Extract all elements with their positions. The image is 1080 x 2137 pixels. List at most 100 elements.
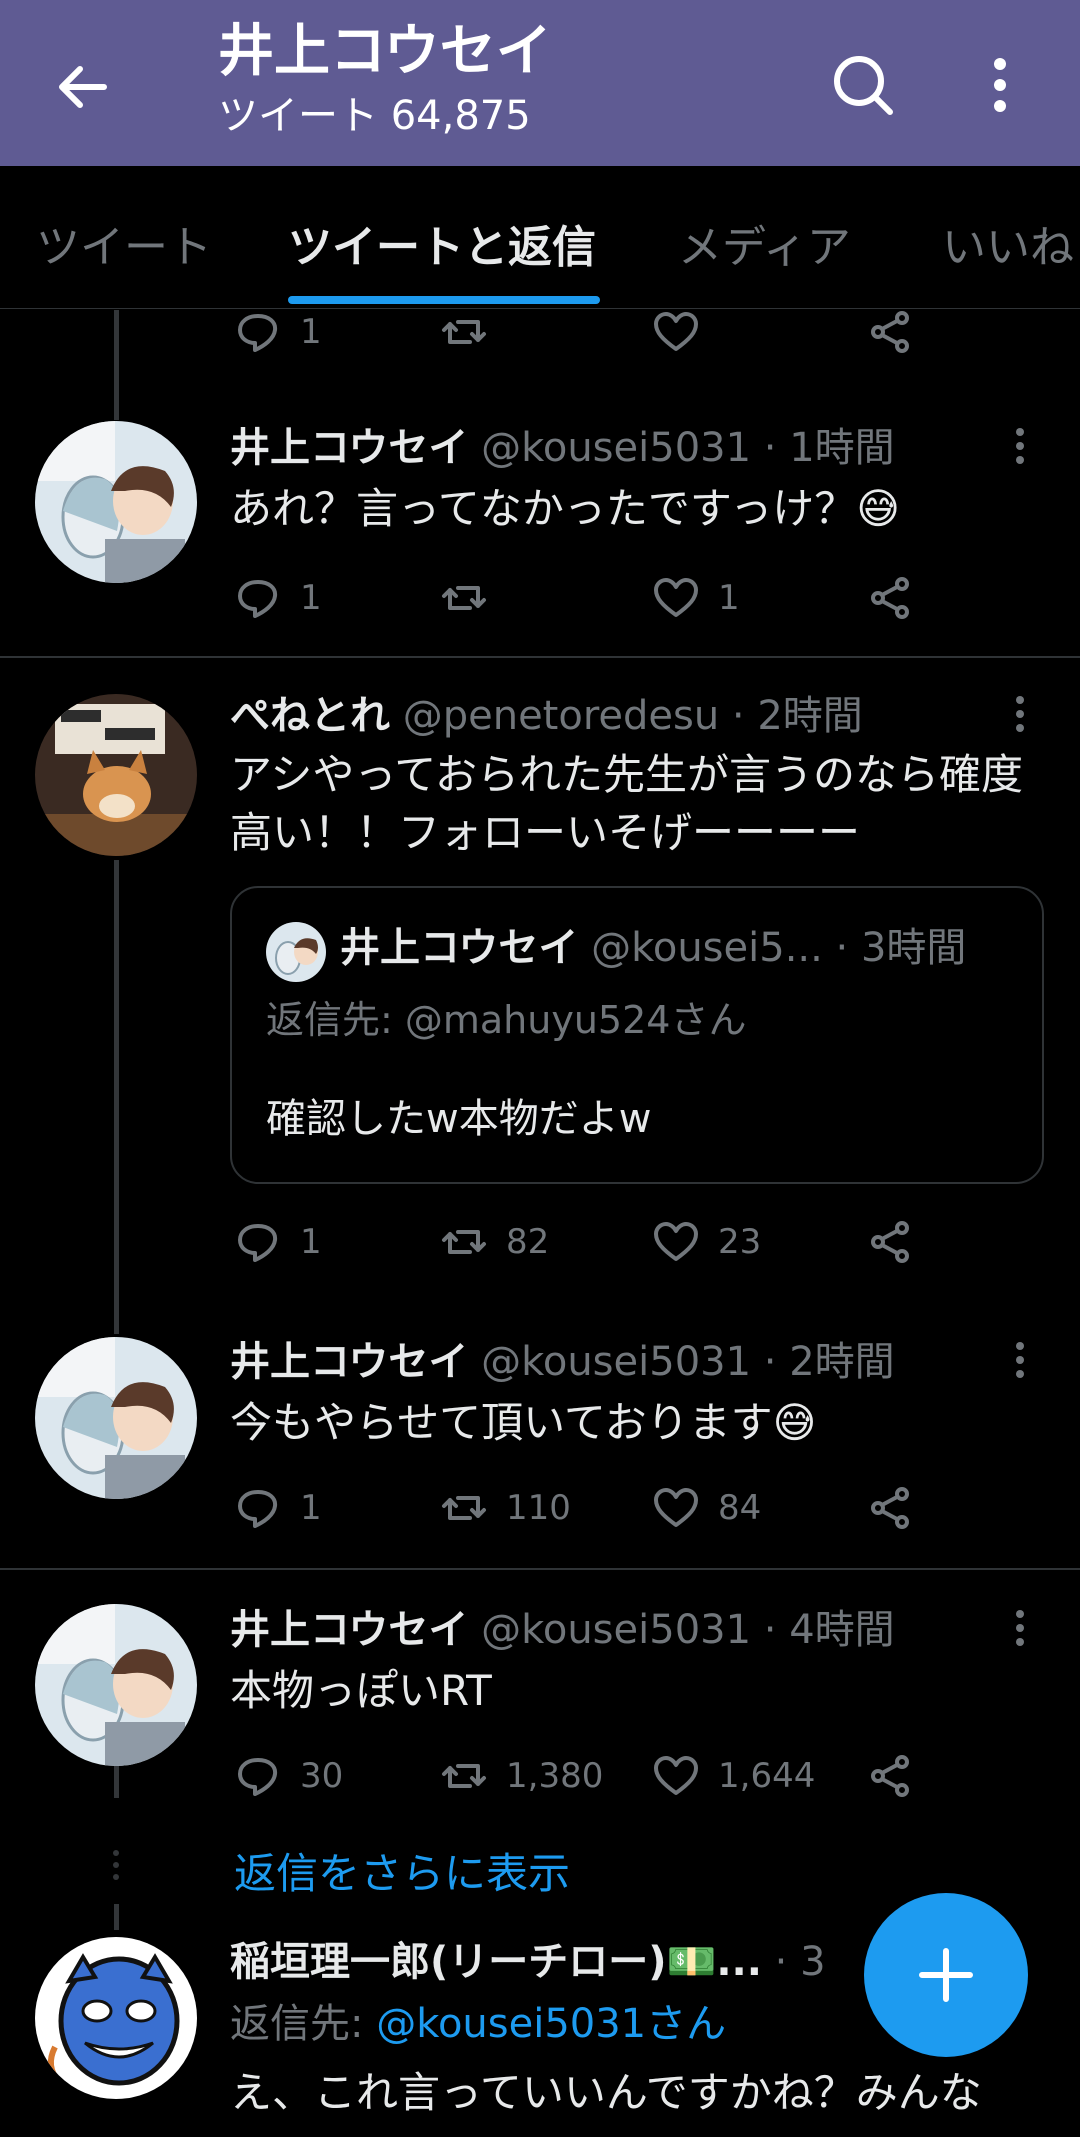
profile-title: 井上コウセイ	[218, 19, 552, 84]
tweet-text: あれ？言ってなかったですっけ？😅	[230, 484, 901, 533]
like-button[interactable]: 23	[652, 1212, 761, 1272]
share-button[interactable]	[866, 1746, 914, 1806]
tweet-actions: 1 1	[230, 568, 930, 628]
thread-line	[114, 860, 119, 1334]
retweet-button[interactable]	[440, 568, 506, 628]
tweet-actions: 1 110 84	[230, 1478, 930, 1538]
author-meta: @kousei5031 · 1時間	[468, 425, 895, 471]
tweet-menu-icon[interactable]	[1008, 692, 1032, 742]
retweet-button[interactable]	[440, 302, 488, 362]
reply-count: 1	[300, 1222, 322, 1262]
avatar[interactable]	[35, 1604, 197, 1766]
share-button[interactable]	[866, 568, 914, 628]
author-name[interactable]: 稲垣理一郎(リーチロー)💵...	[230, 1939, 762, 1985]
quoted-tweet[interactable]: 井上コウセイ @kousei5... · 3時間 返信先: @mahuyu524…	[230, 886, 1044, 1184]
reply-icon	[238, 1758, 278, 1796]
retweet-button[interactable]: 1,380	[440, 1746, 603, 1806]
author-name[interactable]: 井上コウセイ	[230, 1339, 468, 1385]
reply-icon	[238, 1224, 278, 1262]
back-arrow-icon[interactable]	[50, 52, 120, 122]
tweet-text: え、これ言っていいんですかね？みんな	[230, 2068, 982, 2117]
compose-tweet-button[interactable]	[864, 1893, 1028, 2057]
avatar[interactable]	[35, 421, 197, 583]
reply-count: 30	[300, 1756, 344, 1796]
thread-line	[114, 310, 119, 420]
reply-icon	[238, 1490, 278, 1528]
reply-to-handle[interactable]: @kousei5031さん	[376, 2001, 726, 2047]
retweet-count: 82	[506, 1222, 550, 1262]
more-options-icon[interactable]	[975, 50, 1025, 120]
like-button[interactable]	[652, 302, 700, 362]
thread-dot	[113, 1850, 119, 1856]
reply-count: 1	[300, 578, 322, 618]
tweet-actions: 30 1,380 1,644	[230, 1746, 930, 1806]
reply-to-prefix: 返信先:	[230, 2001, 377, 2047]
retweet-button[interactable]: 82	[440, 1212, 549, 1272]
retweet-button[interactable]: 110	[440, 1478, 571, 1538]
quoted-text: 確認したw本物だよw	[266, 1096, 652, 1142]
reply-icon	[238, 314, 278, 352]
heart-icon	[654, 1488, 698, 1527]
reply-button[interactable]: 1	[234, 1478, 322, 1538]
reply-button[interactable]: 1	[234, 1212, 322, 1272]
tweet-header: 稲垣理一郎(リーチロー)💵... · 3	[230, 1936, 826, 1988]
retweet-icon	[442, 1764, 486, 1788]
tweet-menu-icon[interactable]	[1008, 424, 1032, 474]
author-meta: @kousei5031 · 2時間	[468, 1339, 895, 1385]
author-meta: · 3	[761, 1939, 826, 1985]
like-button[interactable]: 1	[652, 568, 740, 628]
share-icon	[871, 1221, 909, 1263]
show-more-replies-link[interactable]: 返信をさらに表示	[234, 1840, 570, 1901]
thread-dot	[113, 1862, 119, 1868]
tab-tweets-and-replies[interactable]: ツイートと返信	[288, 211, 596, 275]
tab-media[interactable]: メディア	[678, 211, 851, 275]
avatar[interactable]	[35, 1337, 197, 1499]
heart-icon	[654, 578, 698, 617]
search-icon[interactable]	[828, 50, 898, 120]
thread-dot	[113, 1874, 119, 1880]
reply-button[interactable]: 1	[234, 302, 322, 362]
profile-tabs: ツイート ツイートと返信 メディア いいね	[0, 166, 1080, 309]
retweet-icon	[442, 1230, 486, 1254]
author-meta: @kousei5031 · 4時間	[468, 1607, 895, 1653]
heart-icon	[654, 1756, 698, 1795]
quoted-avatar	[266, 922, 326, 982]
author-name[interactable]: 井上コウセイ	[230, 1607, 468, 1653]
retweet-icon	[442, 586, 486, 610]
share-button[interactable]	[866, 302, 914, 362]
author-name[interactable]: 井上コウセイ	[230, 425, 468, 471]
retweet-icon	[442, 1496, 486, 1520]
tweet-menu-icon[interactable]	[1008, 1606, 1032, 1656]
reply-count: 1	[300, 312, 322, 352]
share-button[interactable]	[866, 1212, 914, 1272]
like-count: 1	[718, 578, 740, 618]
tweet-actions: 1 82 23	[230, 1212, 930, 1272]
share-icon	[871, 311, 909, 353]
quoted-header: 井上コウセイ @kousei5... · 3時間	[340, 922, 966, 974]
tweet-actions: 1	[230, 302, 930, 362]
retweet-icon	[442, 320, 486, 344]
tab-likes[interactable]: いいね	[942, 211, 1074, 275]
avatar[interactable]	[35, 1937, 197, 2099]
divider	[0, 1568, 1080, 1570]
tweet-menu-icon[interactable]	[1008, 1338, 1032, 1388]
divider	[0, 656, 1080, 658]
quoted-reply-to: 返信先: @mahuyu524さん	[266, 998, 747, 1042]
author-name[interactable]: ぺねとれ	[230, 693, 390, 739]
like-button[interactable]: 84	[652, 1478, 761, 1538]
share-icon	[871, 1487, 909, 1529]
reply-button[interactable]: 1	[234, 568, 322, 628]
like-button[interactable]: 1,644	[652, 1746, 815, 1806]
tab-tweets[interactable]: ツイート	[36, 211, 212, 275]
tweet-text: 本物っぽいRT	[230, 1666, 492, 1715]
avatar[interactable]	[35, 694, 197, 856]
quoted-author-name: 井上コウセイ	[340, 925, 579, 971]
reply-button[interactable]: 30	[234, 1746, 343, 1806]
share-icon	[871, 1755, 909, 1797]
retweet-count: 110	[506, 1488, 571, 1528]
reply-to-line: 返信先: @kousei5031さん	[230, 1998, 726, 2050]
thread-line	[114, 1904, 119, 1930]
share-icon	[871, 577, 909, 619]
share-button[interactable]	[866, 1478, 914, 1538]
tweet-count: ツイート 64,875	[218, 93, 531, 139]
